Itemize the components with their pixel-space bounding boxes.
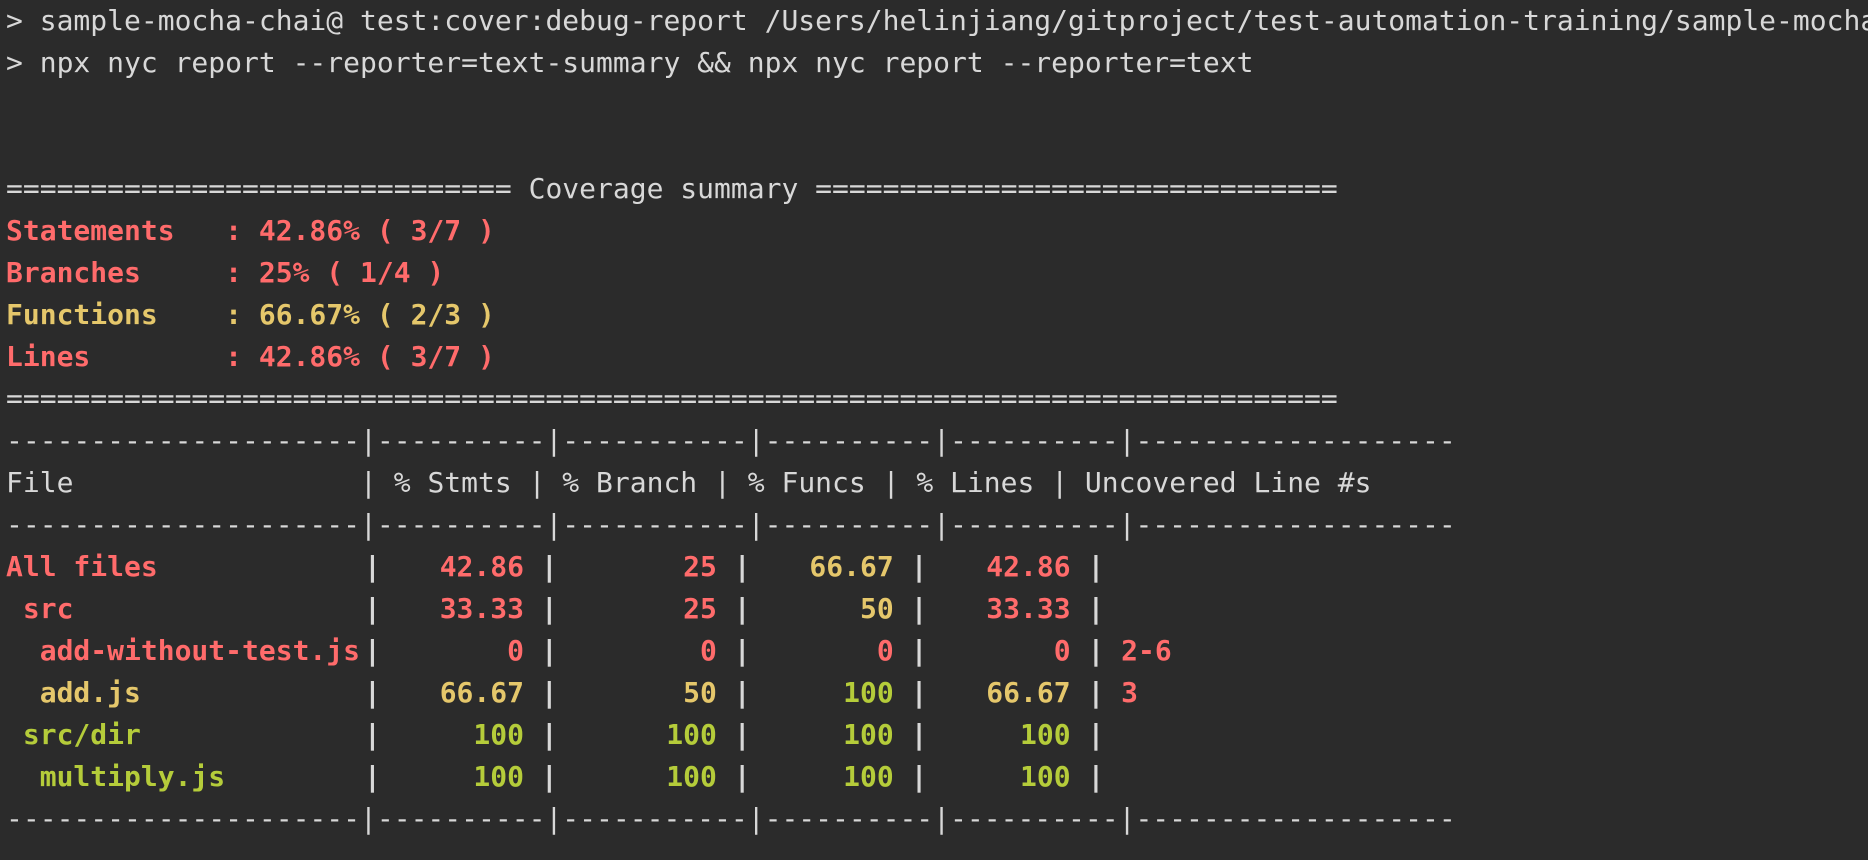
funcs-value: 66.67 <box>751 546 911 588</box>
lines-value: 0 <box>927 630 1087 672</box>
branch-value: 25 <box>558 546 734 588</box>
branch-value: 100 <box>558 714 734 756</box>
lines-text: 0 <box>1053 634 1071 667</box>
stmts-text: 33.33 <box>439 592 524 625</box>
funcs-text: 100 <box>843 718 894 751</box>
coverage-summary-footer: ========================================… <box>6 382 1338 415</box>
branch-text: 25 <box>683 592 717 625</box>
branch-value: 100 <box>558 756 734 798</box>
uncovered-value: 2-6 <box>1121 634 1172 667</box>
funcs-text: 50 <box>860 592 894 625</box>
header-stmts: | % Stmts <box>360 466 529 499</box>
file-name: src/dir <box>6 718 141 751</box>
lines-text: 33.33 <box>986 592 1071 625</box>
file-name: add-without-test.js <box>6 634 361 667</box>
stmts-text: 100 <box>473 760 524 793</box>
lines-text: 42.86 <box>986 550 1071 583</box>
branch-text: 100 <box>666 760 717 793</box>
lines-text: 66.67 <box>986 676 1071 709</box>
stmts-text: 0 <box>507 634 524 667</box>
branch-text: 50 <box>683 676 717 709</box>
lines-value: 100 <box>927 756 1087 798</box>
lines-value: 42.86 <box>927 546 1087 588</box>
header-uncovered: | Uncovered Line #s <box>1051 466 1372 499</box>
funcs-value: 100 <box>751 672 911 714</box>
funcs-value: 100 <box>751 756 911 798</box>
table-divider: ---------------------|----------|-------… <box>6 802 1456 835</box>
header-file: File <box>6 466 361 499</box>
table-row: multiply.js | 100 | 100 | 100 | 100 | <box>6 756 1868 798</box>
table-row: src/dir | 100 | 100 | 100 | 100 | <box>6 714 1868 756</box>
stmts-value: 33.33 <box>381 588 541 630</box>
branch-text: 0 <box>700 634 717 667</box>
branch-value: 0 <box>558 630 734 672</box>
header-branch: | % Branch <box>528 466 715 499</box>
table-row: add.js | 66.67 | 50 | 100 | 66.67 | 3 <box>6 672 1868 714</box>
funcs-text: 0 <box>876 634 894 667</box>
table-row: add-without-test.js | 0 | 0 | 0 | 0 | 2-… <box>6 630 1868 672</box>
stmts-value: 42.86 <box>381 546 541 588</box>
branch-text: 100 <box>666 718 717 751</box>
branch-value: 25 <box>558 588 734 630</box>
table-row: All files | 42.86 | 25 | 66.67 | 42.86 | <box>6 546 1868 588</box>
header-funcs: | % Funcs <box>714 466 883 499</box>
funcs-value: 100 <box>751 714 911 756</box>
file-name: src <box>6 592 74 625</box>
stmts-value: 66.67 <box>381 672 541 714</box>
lines-value: 100 <box>927 714 1087 756</box>
funcs-text: 66.67 <box>809 550 894 583</box>
table-divider: ---------------------|----------|-------… <box>6 424 1456 457</box>
stmts-text: 66.67 <box>439 676 524 709</box>
file-name: add.js <box>6 676 141 709</box>
lines-value: 66.67 <box>927 672 1087 714</box>
lines-text: 100 <box>1020 760 1071 793</box>
funcs-text: 100 <box>843 760 894 793</box>
stmts-text: 100 <box>473 718 524 751</box>
funcs-value: 50 <box>751 588 911 630</box>
summary-lines: Lines : 42.86% ( 3/7 ) <box>6 340 495 373</box>
uncovered-value: 3 <box>1121 676 1139 709</box>
command-line-2: > npx nyc report --reporter=text-summary… <box>6 46 1254 79</box>
terminal-window[interactable]: > sample-mocha-chai@ test:cover:debug-re… <box>0 0 1868 860</box>
stmts-value: 100 <box>381 756 541 798</box>
file-name: multiply.js <box>6 760 226 793</box>
lines-value: 33.33 <box>927 588 1087 630</box>
file-name: All files <box>6 550 158 583</box>
table-header-row: File | % Stmts | % Branch | % Funcs | % … <box>6 462 1868 504</box>
table-divider: ---------------------|----------|-------… <box>6 508 1456 541</box>
funcs-text: 100 <box>843 676 894 709</box>
stmts-value: 0 <box>381 630 541 672</box>
stmts-value: 100 <box>381 714 541 756</box>
branch-value: 50 <box>558 672 734 714</box>
summary-functions: Functions : 66.67% ( 2/3 ) <box>6 298 495 331</box>
header-lines: | % Lines <box>882 466 1052 499</box>
command-line-1: > sample-mocha-chai@ test:cover:debug-re… <box>6 4 1868 37</box>
summary-statements: Statements : 42.86% ( 3/7 ) <box>6 214 495 247</box>
coverage-summary-header: ============================== Coverage … <box>6 172 1338 205</box>
funcs-value: 0 <box>751 630 911 672</box>
stmts-text: 42.86 <box>439 550 524 583</box>
branch-text: 25 <box>683 550 717 583</box>
lines-text: 100 <box>1020 718 1071 751</box>
table-row: src | 33.33 | 25 | 50 | 33.33 | <box>6 588 1868 630</box>
summary-branches: Branches : 25% ( 1/4 ) <box>6 256 445 289</box>
